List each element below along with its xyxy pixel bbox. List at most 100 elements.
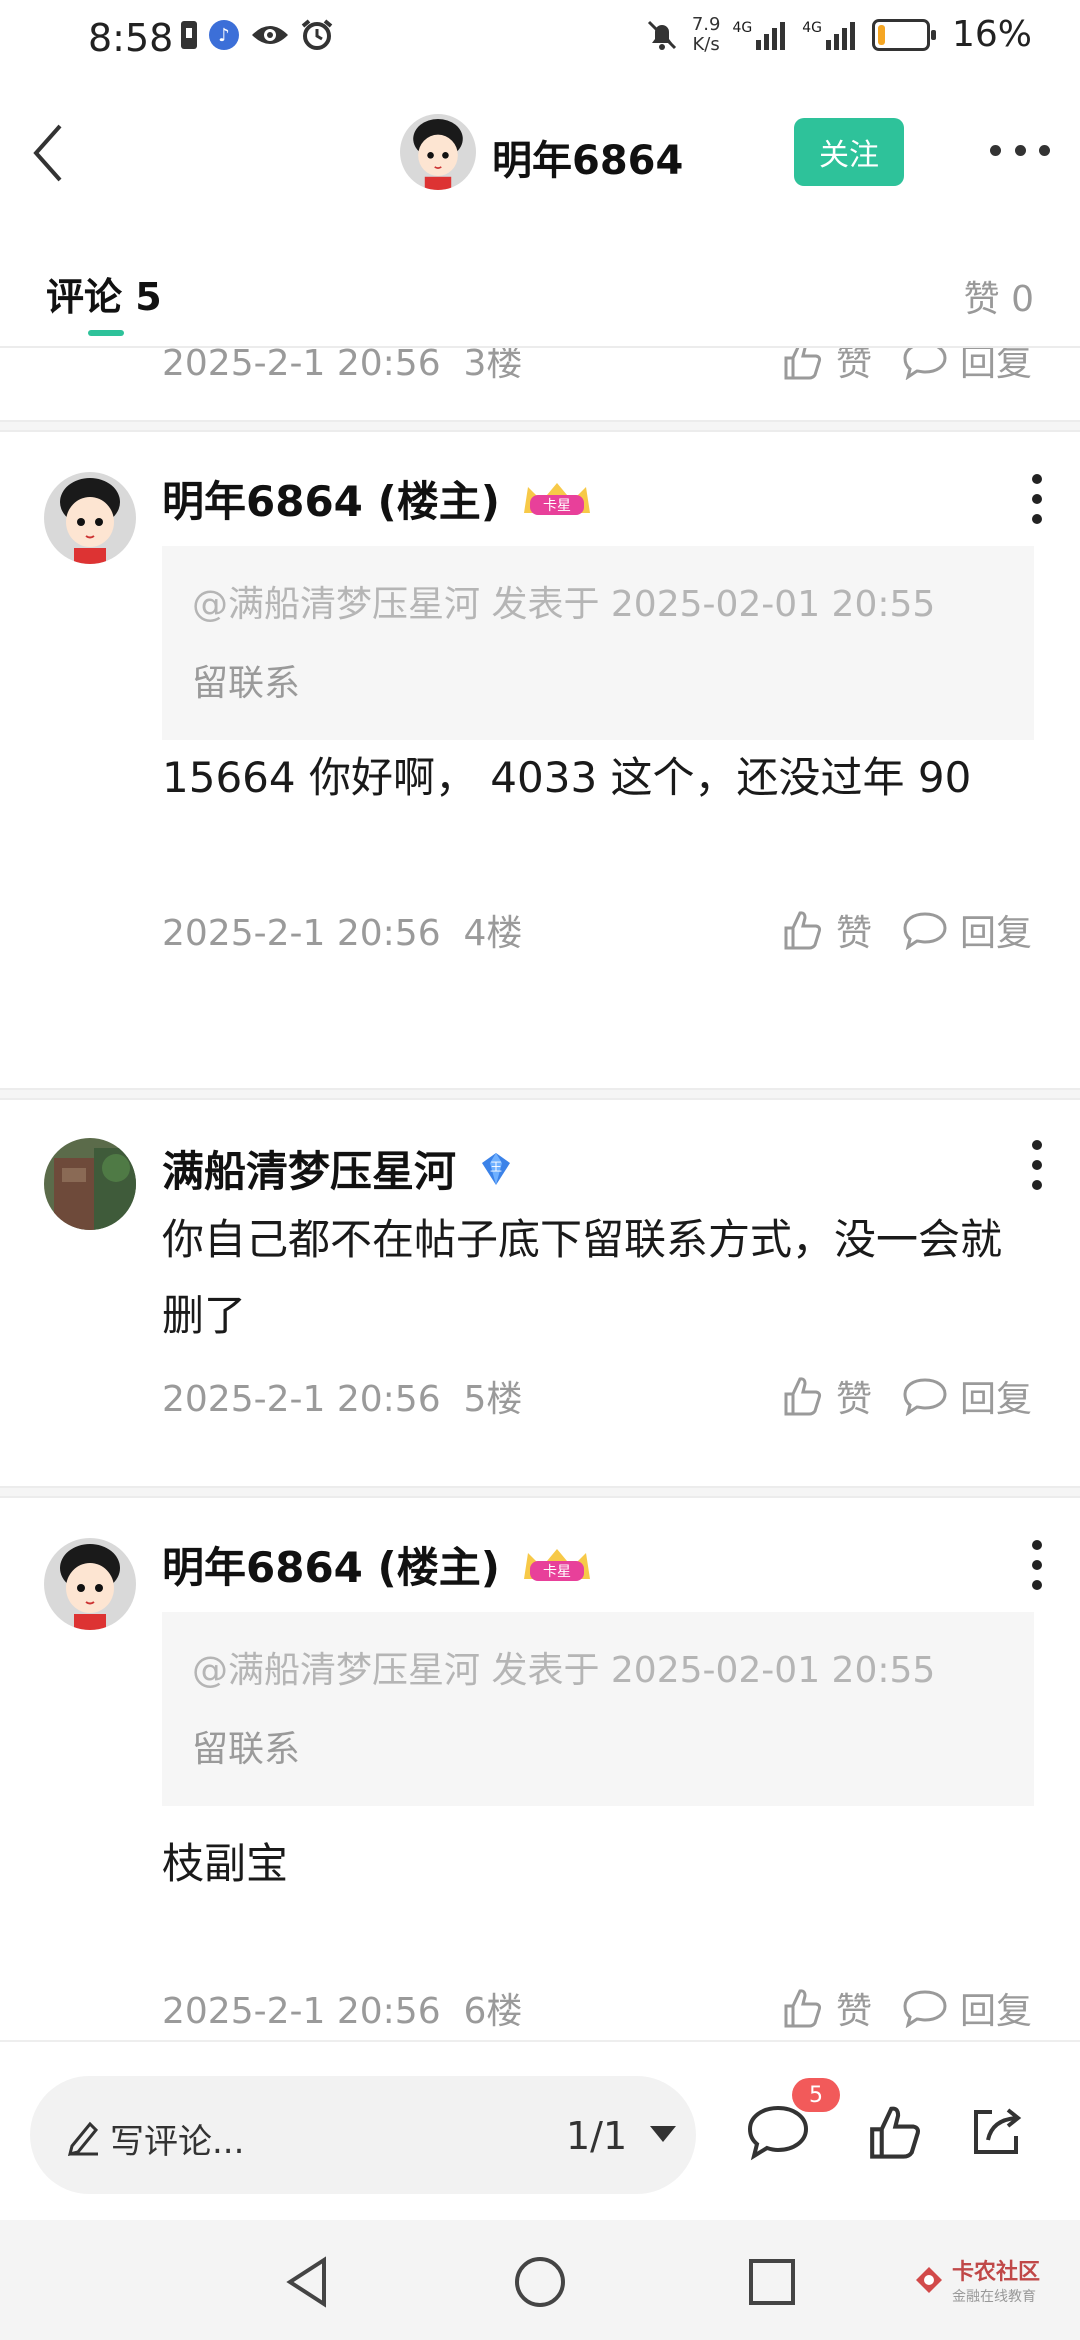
author-name[interactable]: 明年6864 — [492, 128, 683, 186]
compose-comment-input[interactable]: 写评论... 1/1 — [30, 2076, 696, 2194]
network-type-1: 4G — [732, 19, 753, 36]
commenter-avatar[interactable] — [44, 472, 136, 564]
comment-actions: 赞 回复 — [780, 1982, 1032, 2034]
tab-comments[interactable]: 评论 5 — [46, 266, 162, 321]
quoted-comment[interactable]: @满船清梦压星河 发表于 2025-02-01 20:55 留联系 — [162, 546, 1034, 740]
speech-bubble-icon — [903, 348, 947, 380]
chevron-left-icon — [33, 124, 62, 182]
commenter-avatar[interactable] — [44, 1538, 136, 1630]
battery-icon — [871, 18, 936, 51]
speech-bubble-icon — [747, 2105, 809, 2161]
comment-timestamp: 2025-2-1 20:56 — [162, 1991, 441, 2032]
comment-actions: 赞 回复 — [780, 1370, 1032, 1422]
page-indicator[interactable]: 1/1 — [566, 2114, 627, 2158]
comment-floor: 5楼 — [463, 1379, 523, 1420]
quote-body: 留联系 — [192, 1729, 301, 1770]
nav-home-button[interactable] — [510, 2252, 570, 2312]
status-right: 7.9 K/s 4G 4G 16% — [644, 14, 1032, 55]
battery-percent: 16% — [951, 14, 1032, 55]
signal-2: 4G — [802, 20, 860, 50]
quoted-comment[interactable]: @满船清梦压星河 发表于 2025-02-01 20:55 留联系 — [162, 1612, 1034, 1806]
quote-reference: @满船清梦压星河 发表于 2025-02-01 20:55 — [192, 1650, 936, 1691]
comment-more-button[interactable] — [1030, 1540, 1044, 1590]
commenter-name-row: 明年6864 (楼主) 卡星 — [162, 1534, 594, 1595]
comment-body: 15664 你好啊， 4033 这个，还没过年 90 — [162, 753, 972, 802]
commenter-name[interactable]: 明年6864 (楼主) — [162, 468, 500, 529]
commenter-name[interactable]: 满船清梦压星河 — [162, 1138, 456, 1199]
comment-count-badge: 5 — [792, 2078, 840, 2112]
mute-bell-icon — [647, 20, 676, 50]
comment-feed[interactable]: 2025-2-1 20:56 3楼 赞 回复 明年6864 (楼主) 卡星 @满… — [0, 346, 1080, 2046]
circle-home-icon — [515, 2257, 565, 2307]
dot — [1039, 144, 1050, 156]
reply-button[interactable]: 回复 — [902, 348, 1032, 386]
back-button[interactable] — [24, 118, 84, 188]
speech-bubble-icon — [903, 912, 947, 950]
like-label: 赞 — [835, 1379, 872, 1420]
comment-meta-text: 2025-2-1 20:56 6楼 — [162, 1982, 522, 2034]
reply-button[interactable]: 回复 — [902, 904, 1032, 956]
like-button[interactable]: 赞 — [780, 1370, 872, 1422]
more-options-button[interactable] — [990, 130, 1050, 170]
comment-floor: 4楼 — [463, 913, 523, 954]
crown-badge-icon: 卡星 — [523, 1548, 590, 1581]
dot — [1014, 144, 1026, 156]
like-button[interactable]: 赞 — [780, 904, 872, 956]
like-label: 赞 — [835, 346, 872, 384]
follow-button[interactable]: 关注 — [794, 118, 904, 186]
tabs: 评论 5 赞 0 — [0, 256, 1080, 346]
status-left-icons: ♪ — [180, 18, 334, 52]
tab-active-indicator — [88, 330, 124, 336]
divider — [0, 420, 1080, 432]
like-button[interactable]: 赞 — [780, 1982, 872, 2034]
square-recents-icon — [749, 2259, 795, 2305]
crown-badge-icon: 卡星 — [523, 482, 590, 515]
status-bar: 8:58 ♪ 7.9 K/s 4G 4G 16% — [0, 0, 1080, 84]
music-app-icon: ♪ — [209, 20, 239, 50]
commenter-avatar[interactable] — [44, 1138, 136, 1230]
comment-meta: 2025-2-1 20:56 4楼 赞 回复 — [162, 904, 1042, 954]
network-speed: 7.9 K/s — [691, 13, 721, 55]
comment-body: 你自己都不在帖子底下留联系方式，没一会就删了 — [162, 1215, 1003, 1340]
watermark: 卡农社区 金融在线教育 — [912, 2254, 1040, 2306]
comments-button[interactable] — [746, 2102, 810, 2166]
nav-back-button[interactable] — [278, 2252, 338, 2312]
like-post-button[interactable] — [864, 2102, 928, 2166]
badge-text: 卡星 — [543, 498, 571, 514]
quote-body: 留联系 — [192, 663, 301, 704]
cartoon-avatar-icon — [400, 114, 476, 190]
thumbs-up-icon — [784, 1377, 822, 1416]
comment-meta-text: 2025-2-1 20:56 3楼 — [162, 346, 522, 386]
post-header: 明年6864 关注 — [0, 100, 1080, 210]
signal-icon — [756, 21, 786, 50]
commenter-name[interactable]: 明年6864 (楼主) — [162, 1534, 500, 1595]
reply-button[interactable]: 回复 — [902, 1370, 1032, 1422]
signal-1: 4G — [732, 20, 790, 50]
svg-text:♪: ♪ — [218, 25, 230, 46]
alarm-icon — [301, 19, 333, 50]
comment-more-button[interactable] — [1030, 1140, 1044, 1190]
reply-button[interactable]: 回复 — [902, 1982, 1032, 2034]
comment-more-button[interactable] — [1030, 474, 1044, 524]
like-button[interactable]: 赞 — [780, 346, 872, 386]
nav-recents-button[interactable] — [742, 2252, 802, 2312]
tab-likes[interactable]: 赞 0 — [964, 270, 1034, 322]
battery-fill — [877, 24, 885, 45]
comment-meta: 2025-2-1 20:56 6楼 赞 回复 — [162, 1982, 1042, 2032]
caret-down-icon[interactable] — [650, 2126, 676, 2142]
thumbs-up-icon — [784, 348, 822, 380]
author-avatar[interactable] — [400, 114, 476, 190]
badge-text: 王 — [490, 1160, 502, 1174]
comment-timestamp: 2025-2-1 20:56 — [162, 346, 441, 384]
comment-floor: 6楼 — [463, 1991, 523, 2032]
signal-icon — [825, 21, 855, 50]
pencil-icon — [67, 2121, 99, 2156]
commenter-name-row: 满船清梦压星河 王 — [162, 1138, 516, 1199]
compose-placeholder: 写评论... — [110, 2122, 245, 2162]
photo-avatar-icon — [44, 1138, 136, 1230]
net-speed-value: 7.9 — [691, 13, 721, 35]
share-button[interactable] — [966, 2102, 1030, 2166]
network-type-2: 4G — [802, 19, 822, 36]
status-time: 8:58 — [88, 16, 174, 60]
reply-label: 回复 — [959, 913, 1032, 954]
